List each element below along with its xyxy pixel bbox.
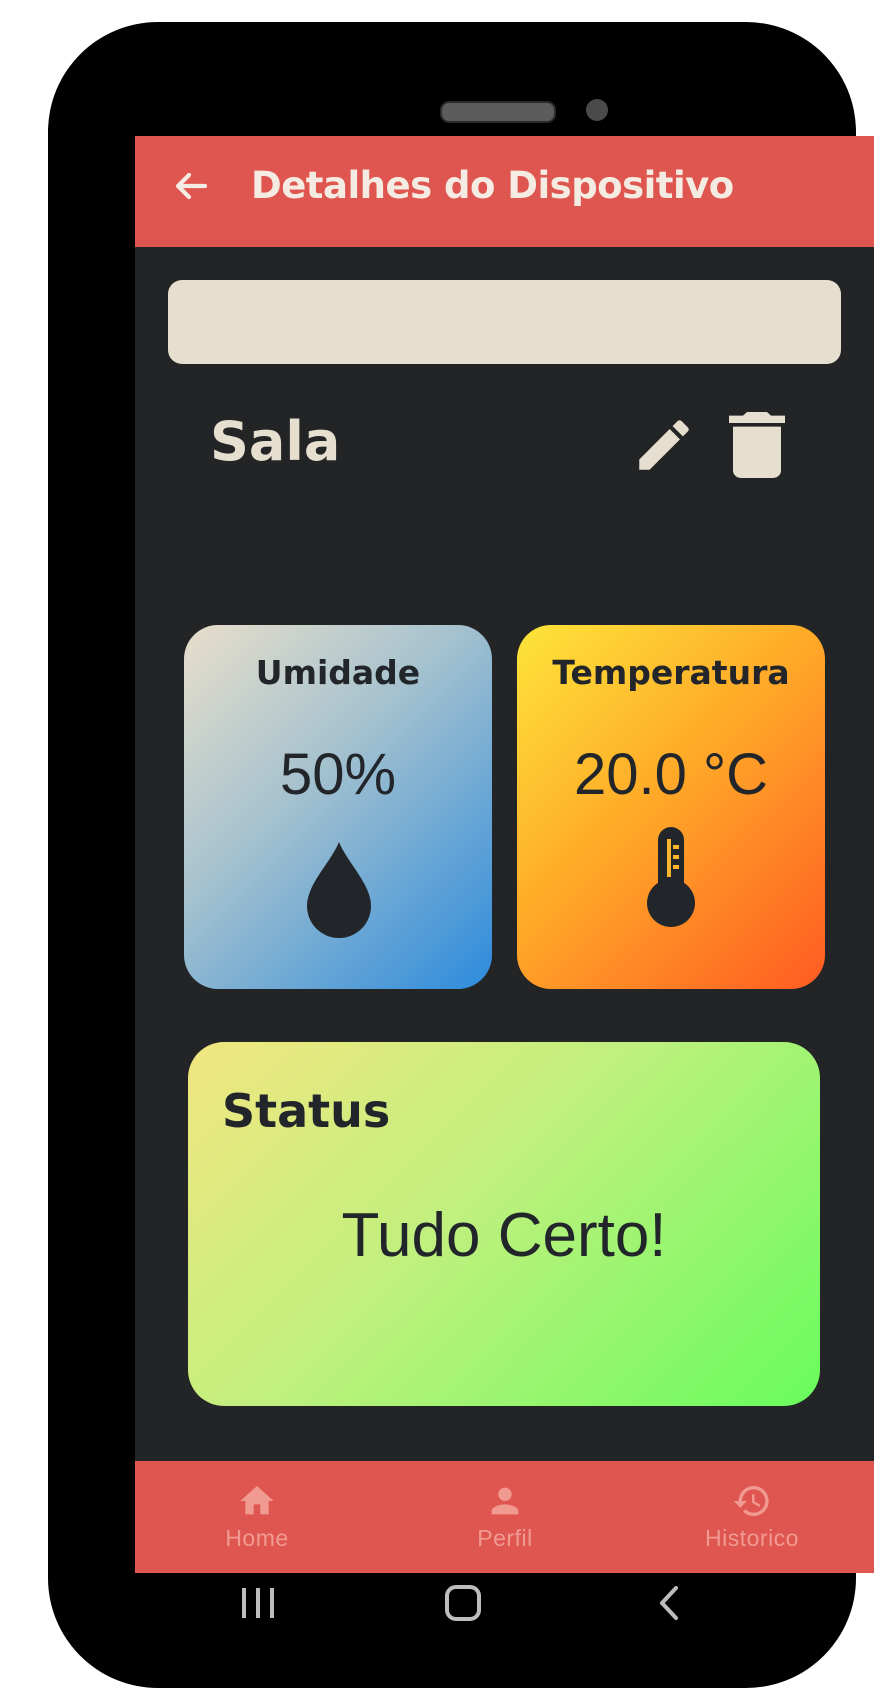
nav-item-history[interactable]: Historico bbox=[652, 1461, 852, 1573]
phone-speaker bbox=[440, 101, 556, 123]
app-bar: Detalhes do Dispositivo bbox=[135, 136, 874, 247]
trash-icon bbox=[729, 412, 785, 478]
system-home-icon[interactable] bbox=[444, 1584, 482, 1622]
thermometer-icon bbox=[647, 827, 695, 927]
delete-button[interactable] bbox=[729, 412, 785, 478]
bottom-navigation: Home Perfil Historico bbox=[135, 1461, 874, 1573]
humidity-value: 50% bbox=[279, 742, 397, 807]
device-banner bbox=[168, 280, 841, 364]
history-icon bbox=[733, 1486, 769, 1516]
edit-button[interactable] bbox=[631, 412, 697, 478]
phone-frame: Detalhes do Dispositivo Sala Umidade 50%… bbox=[48, 22, 874, 1688]
nav-item-home[interactable]: Home bbox=[157, 1461, 357, 1573]
humidity-card: Umidade 50% bbox=[184, 625, 492, 989]
recents-icon[interactable] bbox=[240, 1586, 276, 1620]
nav-label-profile: Perfil bbox=[477, 1525, 533, 1551]
status-label: Status bbox=[222, 1084, 391, 1138]
nav-label-history: Historico bbox=[705, 1525, 799, 1551]
nav-label-home: Home bbox=[225, 1525, 289, 1551]
humidity-label: Umidade bbox=[255, 653, 421, 692]
app-screen: Detalhes do Dispositivo Sala Umidade 50%… bbox=[135, 136, 874, 1573]
status-message: Tudo Certo! bbox=[341, 1201, 667, 1270]
phone-camera bbox=[586, 99, 608, 121]
temperature-label: Temperatura bbox=[552, 653, 790, 692]
water-drop-icon bbox=[307, 842, 371, 938]
pencil-icon bbox=[639, 420, 689, 470]
home-icon bbox=[240, 1486, 274, 1515]
temperature-card: Temperatura 20.0 °C bbox=[517, 625, 825, 989]
temperature-value: 20.0 °C bbox=[573, 742, 769, 807]
device-name: Sala bbox=[210, 410, 341, 473]
back-button[interactable] bbox=[171, 166, 211, 206]
person-icon bbox=[491, 1487, 519, 1515]
system-back-icon[interactable] bbox=[656, 1584, 682, 1622]
nav-item-profile[interactable]: Perfil bbox=[405, 1461, 605, 1573]
arrow-back-icon bbox=[175, 172, 208, 200]
page-title: Detalhes do Dispositivo bbox=[251, 164, 734, 207]
status-card: Status Tudo Certo! bbox=[188, 1042, 820, 1406]
